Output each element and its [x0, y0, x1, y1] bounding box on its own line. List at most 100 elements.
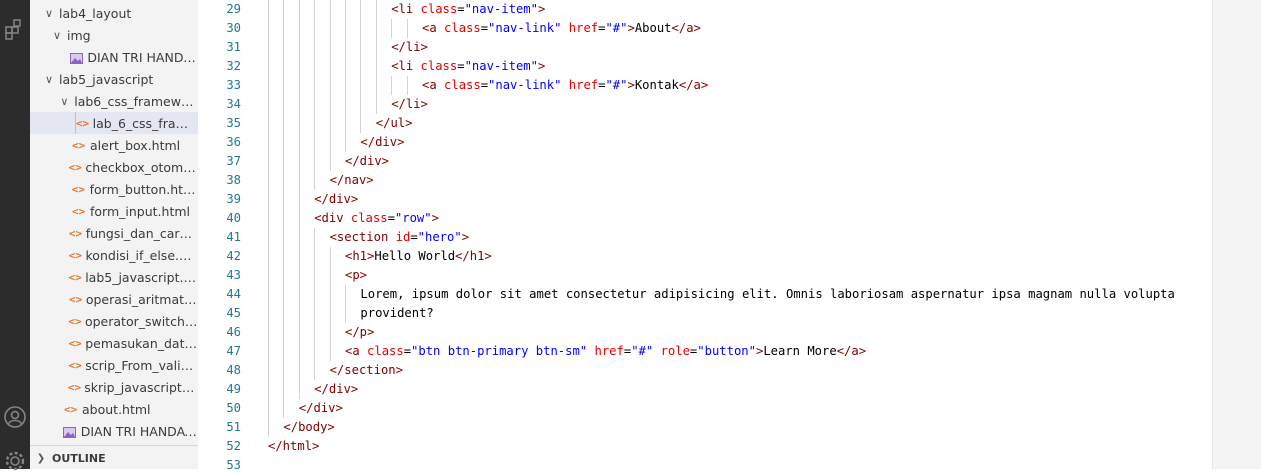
line-number: 45 — [226, 306, 241, 320]
indent-guide — [375, 76, 377, 95]
code-line[interactable]: 39 </div> — [198, 190, 1212, 209]
tree-folder[interactable]: ∨ img — [30, 24, 198, 46]
code-line[interactable]: 50 </div> — [198, 399, 1212, 418]
code-line[interactable]: 52 </html> — [198, 437, 1212, 456]
line-number: 32 — [226, 59, 241, 73]
code-line[interactable]: 42 <h1>Hello World</h1> — [198, 247, 1212, 266]
indent-guide — [360, 57, 362, 76]
account-icon[interactable] — [0, 402, 30, 432]
indent-guide — [345, 95, 346, 114]
indent-guide — [283, 38, 285, 57]
code-line[interactable]: 51 </body> — [198, 418, 1212, 437]
indent-guide — [268, 380, 269, 399]
tree-file[interactable]: <> form_button.html — [30, 178, 198, 200]
code-line[interactable]: 31 </li> — [198, 38, 1212, 57]
minimap-area[interactable] — [1212, 0, 1261, 469]
code-line[interactable]: 34 </li> — [198, 95, 1212, 114]
tree-file[interactable]: <> checkbox_otomat... — [30, 156, 198, 178]
html-file-icon: <> — [72, 204, 86, 218]
indent-guide — [360, 38, 362, 57]
indent-guide — [406, 76, 408, 95]
code-text: </div> — [360, 135, 405, 149]
code-line[interactable]: 40 <div class="row"> — [198, 209, 1212, 228]
indent-guide — [298, 152, 300, 171]
line-number: 41 — [226, 230, 241, 244]
tree-item-label: lab6_css_framewo... — [74, 93, 198, 109]
tree-file[interactable]: <> form_input.html — [30, 200, 198, 222]
tree-file[interactable]: <> lab5_javascript.ht... — [30, 266, 198, 288]
tree-file[interactable]: <> operasi_aritmatik... — [30, 288, 198, 310]
extensions-icon[interactable] — [0, 14, 30, 44]
code-line[interactable]: 44 Lorem, ipsum dolor sit amet consectetu… — [198, 285, 1212, 304]
code-line[interactable]: 45 provident? — [198, 304, 1212, 323]
code-line[interactable]: 47 <a class="btn btn-primary btn-sm" href… — [198, 342, 1212, 361]
code-line[interactable]: 35 </ul> — [198, 114, 1212, 133]
code-text: </div> — [298, 401, 343, 415]
tree-item-label: kondisi_if_else.html — [85, 247, 198, 263]
tree-file[interactable]: DIAN TRI HANDAY... — [30, 420, 198, 442]
line-number: 35 — [226, 116, 241, 130]
code-line[interactable]: 41 <section id="hero"> — [198, 228, 1212, 247]
indent-guide — [360, 0, 362, 19]
code-line[interactable]: 29 <li class="nav-item"> — [198, 0, 1212, 19]
code-line[interactable]: 33 <a class="nav-link" href="#">Kontak</a… — [198, 76, 1212, 95]
indent-guide — [283, 247, 285, 266]
tree-file[interactable]: <> about.html — [30, 398, 198, 420]
indent-guide — [268, 266, 269, 285]
indent-guide — [329, 247, 331, 266]
tree-file[interactable]: <> operator_switch.h... — [30, 310, 198, 332]
chevron-down-icon: ∨ — [52, 28, 62, 42]
code-editor[interactable]: 29 <li class="nav-item"> 30 <a class="nav-l… — [198, 0, 1212, 469]
indent-guide — [298, 133, 300, 152]
code-line[interactable]: 32 <li class="nav-item"> — [198, 57, 1212, 76]
code-line[interactable]: 46 </p> — [198, 323, 1212, 342]
indent-guide — [345, 285, 346, 304]
line-number: 34 — [226, 97, 241, 111]
tree-file[interactable]: DIAN TRI HANDA... — [30, 46, 198, 68]
code-text: </li> — [391, 97, 428, 111]
code-line[interactable]: 53 — [198, 456, 1212, 469]
indent-guide — [329, 0, 331, 19]
line-number: 30 — [226, 21, 241, 35]
indent-guide — [329, 133, 331, 152]
indent-guide — [268, 38, 269, 57]
tree-file[interactable]: <> scrip_From_valida... — [30, 354, 198, 376]
indent-guide — [298, 76, 300, 95]
tree-file[interactable]: <> alert_box.html — [30, 134, 198, 156]
code-line[interactable]: 37 </div> — [198, 152, 1212, 171]
indent-guide — [314, 76, 316, 95]
indent-guide — [283, 380, 285, 399]
tree-folder[interactable]: ∨ lab4_layout — [30, 2, 198, 24]
code-text: </div> — [345, 154, 390, 168]
code-text: </div> — [314, 192, 359, 206]
code-line[interactable]: 43 <p> — [198, 266, 1212, 285]
indent-guide — [345, 114, 346, 133]
tree-file[interactable]: <> fungsi_dan_carap... — [30, 222, 198, 244]
tree-item-label: form_input.html — [90, 203, 190, 219]
tree-file[interactable]: <> skrip_javascript.ht... — [30, 376, 198, 398]
indent-guide — [268, 171, 269, 190]
code-line[interactable]: 36 </div> — [198, 133, 1212, 152]
indent-guide — [375, 38, 377, 57]
indent-guide — [360, 76, 362, 95]
outline-section-header[interactable]: ❯ OUTLINE — [30, 445, 198, 469]
indent-guide — [268, 190, 269, 209]
indent-guide — [329, 114, 331, 133]
gear-icon[interactable] — [0, 446, 30, 476]
tree-file[interactable]: <> kondisi_if_else.html — [30, 244, 198, 266]
tree-file[interactable]: <> lab_6_css_frame... — [30, 112, 198, 134]
tree-folder[interactable]: ∨ lab5_javascript — [30, 68, 198, 90]
tree-item-label: about.html — [82, 401, 151, 417]
tree-file[interactable]: <> pemasukan_data.... — [30, 332, 198, 354]
code-line[interactable]: 48 </section> — [198, 361, 1212, 380]
indent-guide — [283, 190, 285, 209]
html-file-icon: <> — [71, 182, 85, 196]
code-line[interactable]: 38 </nav> — [198, 171, 1212, 190]
indent-guide — [329, 76, 331, 95]
code-line[interactable]: 49 </div> — [198, 380, 1212, 399]
indent-guide — [329, 304, 331, 323]
code-line[interactable]: 30 <a class="nav-link" href="#">About</a> — [198, 19, 1212, 38]
tree-folder[interactable]: ∨ lab6_css_framewo... — [30, 90, 198, 112]
indent-guide — [298, 285, 300, 304]
tree-item-label: DIAN TRI HANDAY... — [80, 423, 198, 439]
